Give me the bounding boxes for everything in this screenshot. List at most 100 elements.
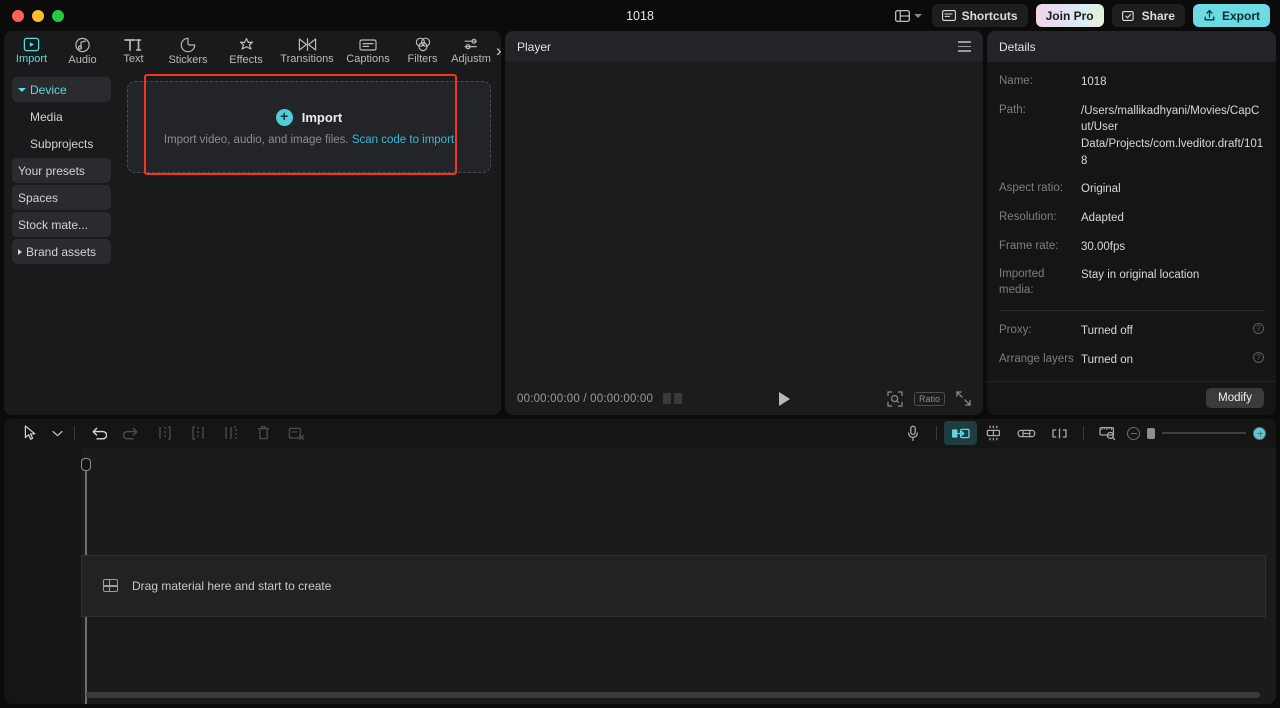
- detail-value: 1018: [1081, 74, 1264, 91]
- share-label: Share: [1142, 9, 1175, 23]
- film-strip-icon: [103, 579, 118, 592]
- zoom-out-icon[interactable]: [1127, 427, 1140, 440]
- import-title-row: + Import: [276, 109, 342, 126]
- record-voiceover-button[interactable]: [896, 421, 929, 445]
- select-cursor-tool[interactable]: [14, 421, 47, 445]
- crop-button[interactable]: [280, 421, 313, 445]
- import-subtitle-row: Import video, audio, and image files. Sc…: [164, 134, 454, 146]
- import-subtitle: Import video, audio, and image files.: [164, 134, 349, 146]
- keyboard-icon: [942, 10, 956, 21]
- library-body: Device Media Subprojects Your presets Sp…: [4, 71, 501, 415]
- timeline-horizontal-scrollbar[interactable]: [86, 692, 1260, 698]
- upper-region: Import Audio Text: [0, 31, 1280, 415]
- minimize-window-button[interactable]: [32, 10, 44, 22]
- tool-dropdown[interactable]: [47, 421, 67, 445]
- join-pro-button[interactable]: Join Pro: [1036, 4, 1104, 27]
- shortcuts-button[interactable]: Shortcuts: [932, 4, 1028, 27]
- tab-audio[interactable]: Audio: [57, 31, 108, 71]
- details-panel: Details Name: 1018 Path: /Users/mallikad…: [987, 31, 1276, 415]
- split-button[interactable]: [148, 421, 181, 445]
- detail-value: 30.00fps: [1081, 239, 1264, 256]
- tab-transitions[interactable]: Transitions: [275, 31, 339, 71]
- player-controls: 00:00:00:00 / 00:00:00:00 Ratio: [505, 383, 983, 415]
- sidebar-item-brand-assets[interactable]: Brand assets: [12, 239, 111, 264]
- timeline-tracks-area[interactable]: Drag material here and start to create: [81, 448, 1276, 704]
- detail-row-arrange-layers: Arrange layers Turned on ?: [999, 352, 1264, 369]
- trim-end-button[interactable]: [214, 421, 247, 445]
- details-divider: [999, 310, 1264, 311]
- detail-row-frame-rate: Frame rate: 30.00fps: [999, 239, 1264, 256]
- zoom-in-icon[interactable]: [1253, 427, 1266, 440]
- text-ti-icon: [123, 37, 145, 52]
- sidebar-item-media[interactable]: Media: [12, 104, 111, 129]
- detail-key: Path:: [999, 103, 1081, 119]
- tab-stickers[interactable]: Stickers: [159, 31, 217, 71]
- import-dropzone-wrapper: + Import Import video, audio, and image …: [127, 81, 491, 173]
- maximize-window-button[interactable]: [52, 10, 64, 22]
- tab-adjustment[interactable]: Adjustm: [448, 31, 494, 71]
- tab-filters[interactable]: Filters: [397, 31, 448, 71]
- capcut-app-window: 1018 Shortcuts Join Pro: [0, 0, 1280, 708]
- sidebar-item-subprojects-label: Subprojects: [30, 137, 93, 151]
- window-controls[interactable]: [0, 10, 64, 22]
- total-time: 00:00:00:00: [590, 393, 653, 405]
- tab-captions[interactable]: Captions: [339, 31, 397, 71]
- redo-button[interactable]: [115, 421, 148, 445]
- sidebar-item-your-presets[interactable]: Your presets: [12, 158, 111, 183]
- help-circle-icon[interactable]: ?: [1253, 323, 1264, 334]
- captions-icon: [359, 38, 377, 52]
- preview-render-button[interactable]: [1091, 421, 1124, 445]
- layout-switcher-button[interactable]: [893, 7, 924, 25]
- player-canvas[interactable]: [505, 62, 983, 383]
- sidebar-item-spaces[interactable]: Spaces: [12, 185, 111, 210]
- hamburger-menu-icon[interactable]: [958, 41, 971, 52]
- zoom-fit-icon[interactable]: [887, 391, 903, 407]
- split-view-button[interactable]: [1043, 421, 1076, 445]
- share-button[interactable]: Share: [1112, 4, 1185, 27]
- sidebar-item-subprojects[interactable]: Subprojects: [12, 131, 111, 156]
- scan-code-link[interactable]: Scan code to import: [352, 134, 454, 146]
- import-dropzone[interactable]: + Import Import video, audio, and image …: [127, 81, 491, 173]
- tab-text[interactable]: Text: [108, 31, 159, 71]
- toolbar-divider: [1083, 426, 1084, 440]
- sidebar-item-brand-assets-label: Brand assets: [26, 245, 96, 259]
- play-icon[interactable]: [779, 392, 790, 406]
- title-bar-actions: Shortcuts Join Pro Share Export: [893, 4, 1280, 27]
- audio-bars-icon[interactable]: [663, 393, 682, 404]
- sidebar-item-stock-materials[interactable]: Stock mate...: [12, 212, 111, 237]
- double-chevron-right-icon[interactable]: »: [494, 31, 501, 71]
- undo-button[interactable]: [82, 421, 115, 445]
- modify-button[interactable]: Modify: [1206, 388, 1264, 408]
- import-media-icon: [23, 37, 40, 52]
- sidebar-item-your-presets-label: Your presets: [18, 164, 85, 178]
- chevron-down-icon: [914, 14, 922, 18]
- playhead-handle[interactable]: [81, 458, 91, 471]
- tab-effects[interactable]: Effects: [217, 31, 275, 71]
- sidebar-item-device[interactable]: Device: [12, 77, 111, 102]
- detail-key: Resolution:: [999, 210, 1081, 226]
- timeline-zoom-slider[interactable]: [1124, 427, 1266, 440]
- link-clips-button[interactable]: [1010, 421, 1043, 445]
- snap-toggle[interactable]: [944, 421, 977, 445]
- help-circle-icon[interactable]: ?: [1253, 352, 1264, 363]
- trim-start-button[interactable]: [181, 421, 214, 445]
- detail-row-imported-media: Imported media: Stay in original locatio…: [999, 267, 1264, 298]
- toolbar-divider: [936, 426, 937, 440]
- join-pro-label: Join Pro: [1046, 9, 1094, 23]
- delete-button[interactable]: [247, 421, 280, 445]
- fullscreen-icon[interactable]: [956, 391, 971, 406]
- ratio-button[interactable]: Ratio: [914, 392, 945, 406]
- zoom-slider-knob[interactable]: [1147, 428, 1155, 439]
- filters-circles-icon: [414, 37, 432, 52]
- zoom-slider-track[interactable]: [1162, 432, 1246, 434]
- timeline-drop-placeholder[interactable]: Drag material here and start to create: [81, 555, 1266, 617]
- export-upload-icon: [1203, 9, 1216, 22]
- tab-captions-label: Captions: [346, 54, 389, 65]
- sidebar-item-media-label: Media: [30, 110, 63, 124]
- layout-icon: [895, 10, 910, 22]
- export-button[interactable]: Export: [1193, 4, 1270, 27]
- auto-adjust-button[interactable]: [977, 421, 1010, 445]
- tab-import[interactable]: Import: [6, 31, 57, 71]
- sidebar-item-spaces-label: Spaces: [18, 191, 58, 205]
- close-window-button[interactable]: [12, 10, 24, 22]
